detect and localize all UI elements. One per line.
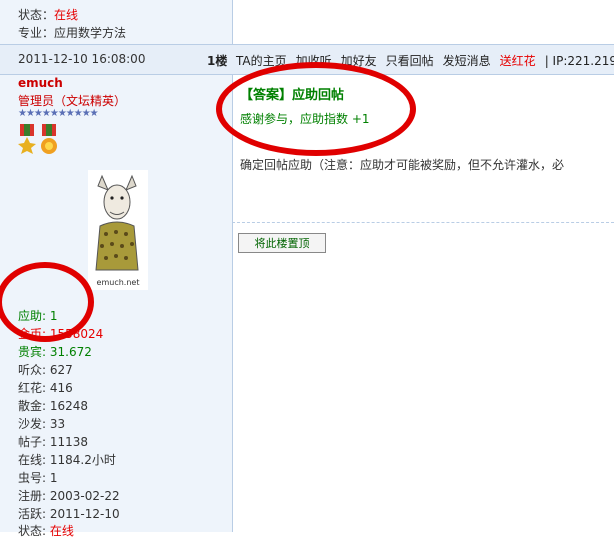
annotation-ellipse-answer — [216, 62, 416, 156]
medal-icon — [18, 124, 36, 154]
link-send-flower[interactable]: 送红花 — [500, 54, 536, 68]
link-send-message[interactable]: 发短消息 — [443, 54, 491, 68]
stat-flowers: 红花: 416 — [18, 381, 73, 395]
pin-floor-button[interactable]: 将此楼置顶 — [238, 233, 326, 253]
post-body: 确定回帖应助（注意：应助才可能被奖励，但不允许灌水，必 — [240, 158, 565, 172]
link-only-this-user[interactable]: 只看回帖 — [386, 54, 434, 68]
major-row: 专业：应用数学方法 — [18, 26, 127, 40]
user-role: 管理员（文坛精英） — [18, 94, 127, 108]
stat-scattered-gold: 散金: 16248 — [18, 399, 89, 413]
avatar[interactable]: emuch.net — [88, 170, 148, 290]
stat-sofa: 沙发: 33 — [18, 417, 66, 431]
rank-stars: ★★★★★★★★★★ — [18, 108, 99, 119]
status-label: 状态： — [18, 8, 55, 22]
medal-icon — [41, 124, 57, 154]
floor-number: 1楼 — [207, 54, 228, 68]
ip-address: | IP:221.219. — [544, 54, 614, 68]
username[interactable]: emuch — [18, 76, 63, 90]
avatar-caption: emuch.net — [97, 278, 140, 287]
stat-posts: 帖子: 11138 — [18, 435, 89, 449]
post-date: 2011-12-10 16:08:00 — [18, 52, 146, 66]
stat-online-hours: 在线: 1184.2小时 — [18, 453, 116, 467]
post-divider — [232, 222, 614, 223]
stat-registered: 注册: 2003-02-22 — [18, 489, 120, 503]
annotation-ellipse-help-stat — [0, 262, 94, 342]
stat-user-id: 虫号: 1 — [18, 471, 58, 485]
stat-listeners: 听众: 627 — [18, 363, 73, 377]
stat-active: 活跃: 2011-12-10 — [18, 507, 120, 521]
status-value: 在线 — [54, 8, 79, 22]
previous-post-footer: 状态：在线 专业：应用数学方法 — [0, 0, 614, 44]
stat-vip: 贵宾: 31.672 — [18, 345, 92, 359]
status-row: 状态：在线 — [18, 6, 78, 23]
stat-status: 状态: 在线 — [18, 524, 74, 538]
medal-icons — [18, 124, 57, 154]
